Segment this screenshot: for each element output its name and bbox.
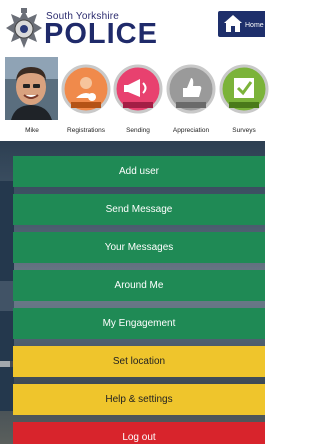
main-menu: Add user Send Message Your Messages Arou… <box>0 141 265 444</box>
thumbs-up-icon[interactable] <box>166 64 216 114</box>
police-crest-icon <box>6 8 42 48</box>
my-engagement-button[interactable]: My Engagement <box>13 308 265 339</box>
your-messages-button[interactable]: Your Messages <box>13 232 265 263</box>
app-header: South Yorkshire POLICE Home <box>0 0 265 55</box>
megaphone-icon[interactable] <box>113 64 163 114</box>
home-button[interactable]: Home <box>218 11 265 37</box>
sending-label: Sending <box>126 127 150 134</box>
registrations-label: Registrations <box>67 127 105 134</box>
home-label: Home <box>245 22 264 29</box>
set-location-button[interactable]: Set location <box>13 346 265 377</box>
appreciation-label: Appreciation <box>172 127 210 134</box>
survey-check-icon[interactable] <box>219 64 269 114</box>
add-user-button[interactable]: Add user <box>13 156 265 187</box>
help-settings-button[interactable]: Help & settings <box>13 384 265 415</box>
home-icon <box>224 15 242 32</box>
log-out-button[interactable]: Log out <box>13 422 265 444</box>
profile-row: Mike Registrations Sending Appreciation … <box>0 55 269 141</box>
send-message-button[interactable]: Send Message <box>13 194 265 225</box>
avatar[interactable] <box>5 57 58 120</box>
around-me-button[interactable]: Around Me <box>13 270 265 301</box>
registrations-icon[interactable] <box>61 64 111 114</box>
surveys-label: Surveys <box>232 127 256 134</box>
user-name: Mike <box>25 127 39 134</box>
org-title: POLICE <box>44 18 158 50</box>
